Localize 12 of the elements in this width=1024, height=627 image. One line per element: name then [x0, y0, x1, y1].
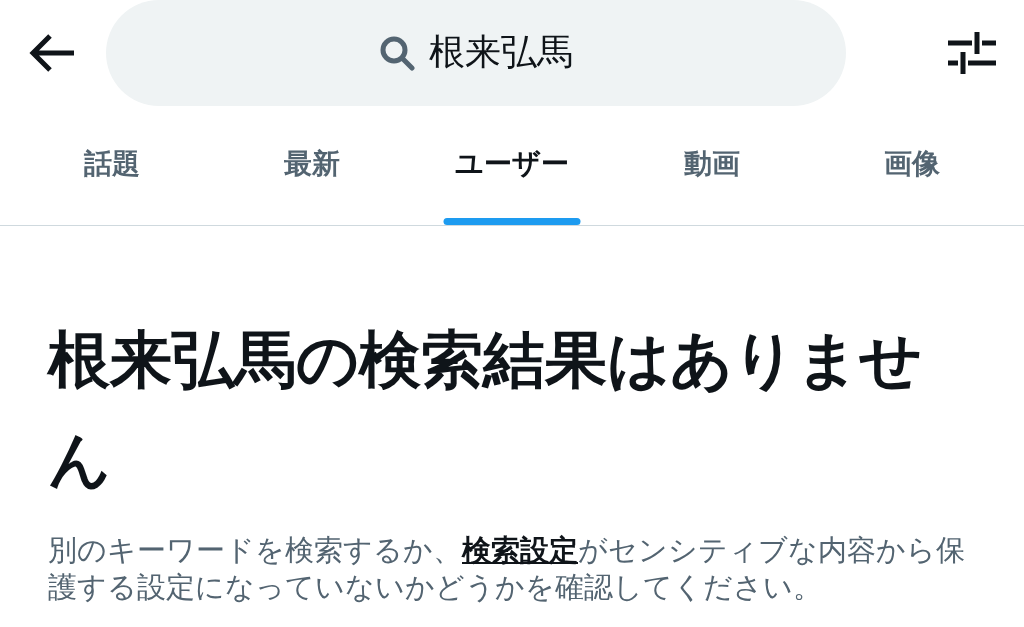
- search-settings-link[interactable]: 検索設定: [462, 534, 578, 567]
- no-results-heading: 根来弘馬の検索結果はありません: [48, 322, 923, 498]
- sliders-icon[interactable]: [948, 29, 996, 76]
- search-field[interactable]: 根来弘馬: [106, 0, 846, 106]
- tab[interactable]: 最新: [212, 105, 412, 225]
- back-icon[interactable]: [28, 32, 76, 73]
- tab[interactable]: 話題: [12, 105, 212, 225]
- tab[interactable]: 画像: [812, 105, 1012, 225]
- tab[interactable]: ユーザー: [412, 105, 612, 225]
- search-icon: [379, 34, 415, 71]
- tab[interactable]: 動画: [612, 105, 812, 225]
- no-results-message: 別のキーワードを検索するか、検索設定がセンシティブな内容から保護する設定になっていないかどうかを確認してください。: [48, 533, 966, 606]
